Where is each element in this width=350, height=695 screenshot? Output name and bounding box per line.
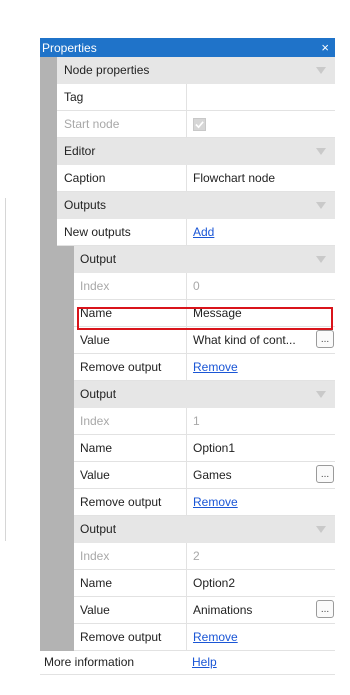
collapse-chevron-icon[interactable]: [316, 147, 326, 155]
property-label: Index: [80, 414, 110, 428]
name-value[interactable]: Option1: [186, 435, 335, 461]
grid-gutter: [40, 57, 57, 651]
value-text: What kind of cont...: [193, 333, 296, 347]
index-value: 1: [186, 408, 335, 434]
remove-output-value: Remove: [186, 354, 335, 380]
ellipsis-button[interactable]: ...: [316, 600, 334, 618]
footer-label: More information: [44, 655, 135, 669]
name-value[interactable]: Message: [186, 300, 335, 326]
index-value: 2: [186, 543, 335, 569]
new-outputs-value: Add: [186, 219, 335, 245]
name-value[interactable]: Option2: [186, 570, 335, 596]
caption-value[interactable]: Flowchart node: [186, 165, 335, 191]
property-label: Remove output: [80, 630, 162, 644]
index-value: 0: [186, 273, 335, 299]
collapse-chevron-icon[interactable]: [316, 255, 326, 263]
section-output[interactable]: Output: [74, 381, 335, 408]
section-editor[interactable]: Editor: [57, 138, 335, 165]
property-row-index: Index 0: [74, 273, 335, 300]
property-row-start-node: Start node: [57, 111, 335, 138]
property-label: Value: [80, 333, 110, 347]
section-node-properties[interactable]: Node properties: [57, 57, 335, 84]
panel-title: Properties: [42, 40, 97, 55]
ellipsis-button[interactable]: ...: [316, 465, 334, 483]
output-group: Output Index 0 Name Message Value What k…: [57, 246, 335, 651]
value-text: Games: [193, 468, 232, 482]
start-node-value: [186, 111, 335, 137]
properties-titlebar: Properties ×: [40, 38, 335, 57]
property-label: Index: [80, 279, 110, 293]
more-information-row: More information Help: [40, 650, 335, 675]
property-row-index: Index 2: [74, 543, 335, 570]
property-row-name: Name Option1: [74, 435, 335, 462]
collapse-chevron-icon[interactable]: [316, 525, 326, 533]
section-label: Node properties: [64, 63, 150, 77]
property-label: Name: [80, 576, 113, 590]
nested-gutter: [57, 246, 74, 651]
property-row-remove-output: Remove output Remove: [74, 624, 335, 651]
collapse-chevron-icon[interactable]: [316, 66, 326, 74]
property-row-name: Name Option2: [74, 570, 335, 597]
property-grid: Node properties Tag Start node Editor Ca…: [40, 57, 335, 651]
value-text: Animations: [193, 603, 253, 617]
property-label: Tag: [64, 90, 84, 104]
properties-panel: Properties × Node properties Tag Start n…: [40, 38, 335, 651]
property-label: Start node: [64, 117, 120, 131]
property-label: Value: [80, 603, 110, 617]
value-field[interactable]: What kind of cont... ...: [186, 327, 335, 353]
property-row-tag: Tag: [57, 84, 335, 111]
property-row-name: Name Message: [74, 300, 335, 327]
value-field[interactable]: Animations ...: [186, 597, 335, 623]
property-row-new-outputs: New outputs Add: [57, 219, 335, 246]
section-outputs[interactable]: Outputs: [57, 192, 335, 219]
collapse-chevron-icon[interactable]: [316, 390, 326, 398]
close-icon[interactable]: ×: [321, 41, 329, 54]
property-label: Name: [80, 441, 113, 455]
remove-output-link[interactable]: Remove: [193, 360, 238, 374]
property-label: Remove output: [80, 360, 162, 374]
property-row-remove-output: Remove output Remove: [74, 354, 335, 381]
remove-output-value: Remove: [186, 624, 335, 650]
remove-output-link[interactable]: Remove: [193, 495, 238, 509]
ellipsis-button[interactable]: ...: [316, 330, 334, 348]
collapse-chevron-icon[interactable]: [316, 201, 326, 209]
value-field[interactable]: Games ...: [186, 462, 335, 488]
left-pane-edge: [0, 198, 6, 541]
footer-value: Help: [186, 655, 217, 669]
property-label: Value: [80, 468, 110, 482]
section-output[interactable]: Output: [74, 516, 335, 543]
remove-output-link[interactable]: Remove: [193, 630, 238, 644]
property-row-value: Value Animations ...: [74, 597, 335, 624]
section-label: Editor: [64, 144, 96, 158]
section-output[interactable]: Output: [74, 246, 335, 273]
property-row-caption: Caption Flowchart node: [57, 165, 335, 192]
property-row-remove-output: Remove output Remove: [74, 489, 335, 516]
property-label: Remove output: [80, 495, 162, 509]
grid-content: Node properties Tag Start node Editor Ca…: [57, 57, 335, 651]
property-row-index: Index 1: [74, 408, 335, 435]
property-label: New outputs: [64, 225, 131, 239]
help-link[interactable]: Help: [192, 655, 217, 669]
add-output-link[interactable]: Add: [193, 225, 214, 239]
property-label: Caption: [64, 171, 106, 185]
tag-value[interactable]: [186, 84, 335, 110]
property-label: Name: [80, 306, 113, 320]
property-row-value: Value Games ...: [74, 462, 335, 489]
section-label: Output: [80, 522, 117, 536]
start-node-checkbox: [193, 117, 206, 131]
property-row-value: Value What kind of cont... ...: [74, 327, 335, 354]
check-icon: [195, 120, 204, 128]
section-label: Output: [80, 387, 117, 401]
remove-output-value: Remove: [186, 489, 335, 515]
property-label: Index: [80, 549, 110, 563]
section-label: Output: [80, 252, 117, 266]
section-label: Outputs: [64, 198, 107, 212]
